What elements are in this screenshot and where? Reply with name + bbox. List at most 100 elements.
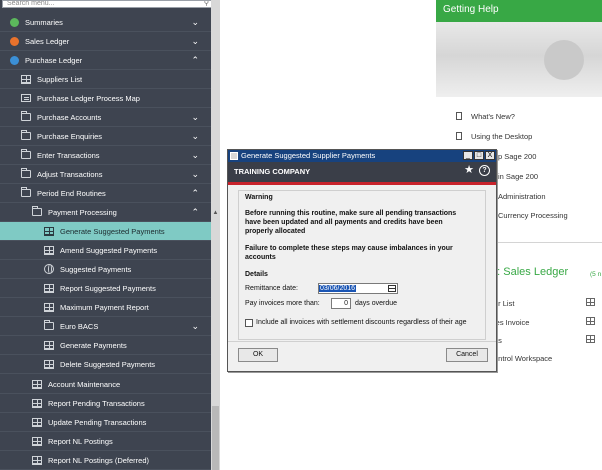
sidebar-item-purchase-ledger[interactable]: Purchase Ledger ⌃ [0,51,211,70]
sidebar-item-amend-suggested-payments[interactable]: Amend Suggested Payments [0,241,211,260]
person-icon [8,54,20,66]
sidebar-item-label: Delete Suggested Payments [60,359,156,369]
grid-icon [31,435,43,447]
sidebar-item-generate-suggested-payments[interactable]: Generate Suggested Payments [0,222,211,241]
sidebar-item-report-suggested-payments[interactable]: Report Suggested Payments [0,279,211,298]
remittance-date-value: 03/06/2016 [319,285,357,292]
calendar-icon[interactable] [388,285,396,292]
chevron-down-icon: ⌄ [191,36,199,46]
navigation-sidebar: Search menu... ⚲ Summaries ⌄ Sales Ledge… [0,0,213,470]
grid-icon[interactable] [586,298,595,306]
grid-icon [20,73,32,85]
overdue-suffix: days overdue [355,300,398,307]
sidebar-item-process-map[interactable]: Purchase Ledger Process Map [0,89,211,108]
scroll-up-arrow-icon[interactable]: ▲ [212,209,219,217]
task-link-supplier-list[interactable]: er List [494,299,514,308]
remittance-date-field[interactable]: 03/06/2016 [318,283,398,294]
chevron-down-icon: ⌄ [191,17,199,27]
include-discounts-checkbox[interactable] [245,319,253,327]
company-name: TRAINING COMPANY [234,167,311,176]
minimize-button[interactable]: _ [463,151,473,160]
sidebar-item-period-end-routines[interactable]: Period End Routines ⌃ [0,184,211,203]
sidebar-item-report-nl-postings[interactable]: Report NL Postings [0,432,211,451]
search-placeholder: Search menu... [7,0,55,7]
welcome-title: to: Sales Ledger [488,266,569,278]
sidebar-item-adjust-transactions[interactable]: Adjust Transactions ⌄ [0,165,211,184]
sidebar-item-payment-processing[interactable]: Payment Processing ⌃ [0,203,211,222]
help-link-using-desktop[interactable]: Using the Desktop [471,132,532,141]
chevron-down-icon: ⌄ [191,131,199,141]
sidebar-item-delete-suggested-payments[interactable]: Delete Suggested Payments [0,355,211,374]
warning-text-line-1: Before running this routine, make sure a… [245,210,457,217]
maximize-button[interactable]: □ [474,151,484,160]
header-accent-rule [228,182,496,185]
map-icon [20,92,32,104]
button-bar-divider [228,341,496,342]
ok-button[interactable]: OK [238,348,278,362]
sidebar-item-label: Purchase Enquiries [37,131,103,141]
grid-icon [43,301,55,313]
chevron-down-icon: ⌄ [191,150,199,160]
dialog-titlebar[interactable]: Generate Suggested Supplier Payments [228,150,496,162]
grid-icon [43,225,55,237]
star-icon[interactable]: ★ [464,163,474,176]
grid-icon[interactable] [586,335,595,343]
sidebar-item-label: Summaries [25,17,63,27]
person-icon [8,35,20,47]
sidebar-item-update-pending-transactions[interactable]: Update Pending Transactions [0,413,211,432]
document-icon [456,132,462,140]
sidebar-item-purchase-enquiries[interactable]: Purchase Enquiries ⌄ [0,127,211,146]
chevron-up-icon: ⌃ [191,55,199,65]
sidebar-item-label: Report Pending Transactions [48,398,145,408]
remittance-date-label: Remittance date: [245,285,298,292]
sidebar-item-label: Suppliers List [37,74,83,84]
search-icon[interactable]: ⚲ [204,1,209,7]
help-link-currency-processing[interactable]: Currency Processing [498,211,568,220]
overdue-label: Pay invoices more than: [245,300,320,307]
sidebar-item-maximum-payment-report[interactable]: Maximum Payment Report [0,298,211,317]
sidebar-item-label: Amend Suggested Payments [60,245,158,255]
sidebar-item-report-nl-postings-deferred[interactable]: Report NL Postings (Deferred) [0,451,211,470]
sidebar-item-label: Adjust Transactions [37,169,103,179]
include-discounts-label: Include all invoices with settlement dis… [256,319,467,326]
help-link-in-sage-200[interactable]: in Sage 200 [498,172,538,181]
sidebar-item-enter-transactions[interactable]: Enter Transactions ⌄ [0,146,211,165]
sidebar-item-summaries[interactable]: Summaries ⌄ [0,13,211,32]
folder-icon [20,187,32,199]
overdue-days-field[interactable]: 0 [331,298,351,309]
folder-icon [20,111,32,123]
globe-icon [43,263,55,275]
sidebar-item-suggested-payments[interactable]: Suggested Payments [0,260,211,279]
task-link-sales-invoice[interactable]: les Invoice [494,318,529,327]
close-button[interactable]: X [485,151,495,160]
sidebar-item-sales-ledger[interactable]: Sales Ledger ⌄ [0,32,211,51]
grid-icon [31,397,43,409]
folder-icon [20,149,32,161]
sidebar-scroll-thumb[interactable] [212,406,219,470]
help-icon[interactable]: ? [479,165,490,176]
help-link-administration[interactable]: Administration [498,192,546,201]
grid-icon[interactable] [586,317,595,325]
help-link-whats-new[interactable]: What's New? [471,112,515,121]
sidebar-item-label: Report NL Postings [48,436,113,446]
sidebar-item-purchase-accounts[interactable]: Purchase Accounts ⌄ [0,108,211,127]
task-link-control-workspace[interactable]: ontrol Workspace [494,354,552,363]
sidebar-item-account-maintenance[interactable]: Account Maintenance [0,375,211,394]
cancel-button[interactable]: Cancel [446,348,488,362]
warning-text-line-3: properly allocated [245,228,306,235]
welcome-count: (5 n [590,271,602,278]
help-banner-image [436,22,602,97]
folder-icon [43,320,55,332]
sidebar-item-label: Euro BACS [60,321,99,331]
sidebar-item-euro-bacs[interactable]: Euro BACS ⌄ [0,317,211,336]
sidebar-item-generate-payments[interactable]: Generate Payments [0,336,211,355]
sidebar-scrollbar[interactable] [211,0,220,470]
window-icon [230,152,238,160]
document-icon [456,112,462,120]
sidebar-item-suppliers-list[interactable]: Suppliers List [0,70,211,89]
help-link-sage-200[interactable]: p Sage 200 [498,152,536,161]
search-input[interactable]: Search menu... ⚲ [2,0,213,8]
chevron-up-icon: ⌃ [191,188,199,198]
sidebar-item-report-pending-transactions[interactable]: Report Pending Transactions [0,394,211,413]
sidebar-item-label: Purchase Ledger [25,55,83,65]
